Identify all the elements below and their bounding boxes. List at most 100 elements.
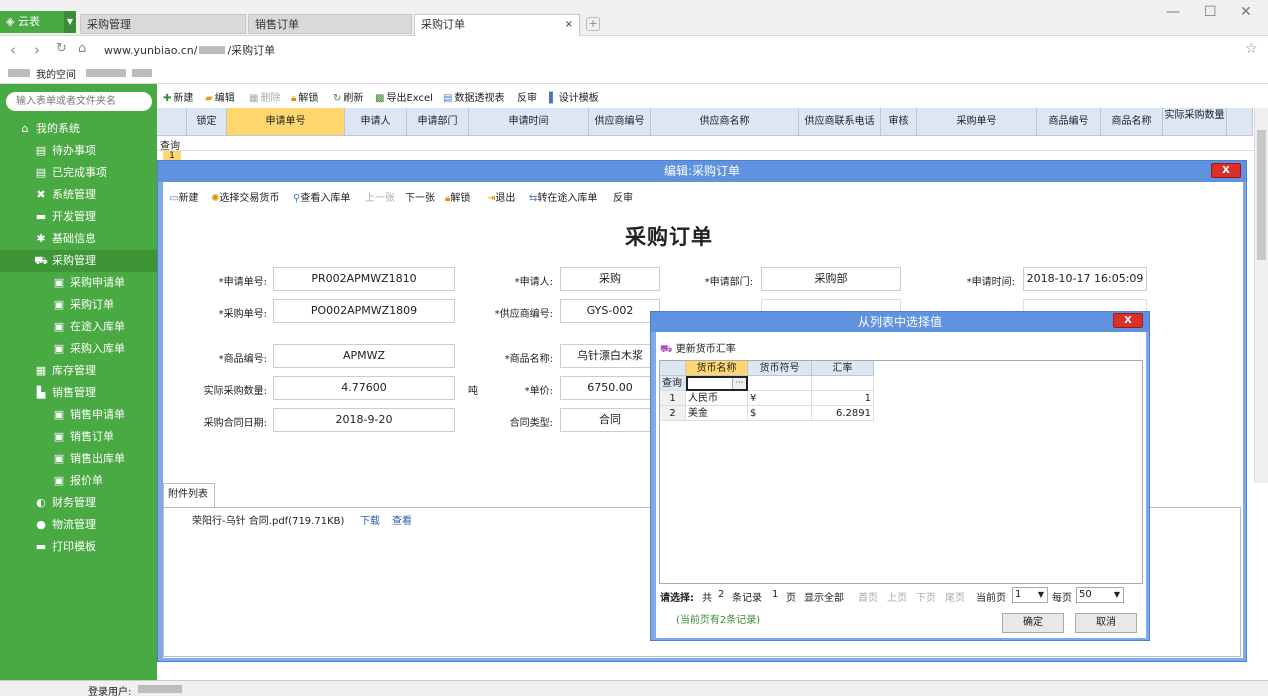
prev-record-button[interactable]: 上一张 bbox=[365, 189, 395, 204]
edit-dialog-close-button[interactable]: X bbox=[1211, 163, 1241, 178]
column-header-currency-symbol[interactable]: 货币符号 bbox=[748, 361, 812, 376]
supplier-no-field[interactable]: GYS-002 bbox=[560, 299, 660, 323]
column-header-actual-qty[interactable]: 实际采购数量 bbox=[1163, 108, 1227, 136]
sidebar-item-dev-mgmt[interactable]: ▬ 开发管理 bbox=[0, 206, 157, 228]
column-header-supplier-phone[interactable]: 供应商联系电话 bbox=[799, 108, 881, 136]
currency-dialog-close-button[interactable]: X bbox=[1113, 313, 1143, 328]
sidebar-item-sales-order[interactable]: ▣ 销售订单 bbox=[0, 426, 157, 448]
column-header-request-time[interactable]: 申请时间 bbox=[469, 108, 589, 136]
star-icon[interactable]: ☆ bbox=[1245, 41, 1258, 57]
column-header-locked[interactable]: 锁定 bbox=[187, 108, 227, 136]
first-page-button[interactable]: 首页 bbox=[858, 589, 878, 604]
update-rates-button[interactable]: ⛟ 更新货币汇率 bbox=[660, 340, 736, 357]
product-no-field[interactable]: APMWZ bbox=[273, 344, 455, 368]
tab-attachments[interactable]: 附件列表 bbox=[163, 483, 215, 507]
last-page-button[interactable]: 尾页 bbox=[945, 589, 965, 604]
refresh-button[interactable]: ↻ 刷新 bbox=[333, 89, 363, 104]
sidebar-item-todo[interactable]: ▤ 待办事项 bbox=[0, 140, 157, 162]
current-page-select[interactable]: 1 ▼ bbox=[1012, 587, 1048, 603]
dlg-new-button[interactable]: ▭新建 bbox=[169, 189, 198, 204]
prev-page-button[interactable]: 上页 bbox=[887, 589, 907, 604]
applicant-field[interactable]: 采购 bbox=[560, 267, 660, 291]
sidebar-item-my-system[interactable]: ⌂ 我的系统 bbox=[0, 118, 157, 140]
exit-button[interactable]: ⇥退出 bbox=[487, 189, 515, 204]
browser-tab-purchase-mgmt[interactable]: 采购管理 bbox=[80, 14, 246, 34]
product-name-field[interactable]: 乌针漂白木浆 bbox=[560, 344, 660, 368]
column-header-exchange-rate[interactable]: 汇率 bbox=[812, 361, 874, 376]
ok-button[interactable]: 确定 bbox=[1002, 613, 1064, 633]
sidebar-item-purchase-order[interactable]: ▣ 采购订单 bbox=[0, 294, 157, 316]
currency-name-filter-input[interactable]: ··· bbox=[686, 376, 748, 391]
ellipsis-icon[interactable]: ··· bbox=[732, 378, 746, 389]
show-all-link[interactable]: 显示全部 bbox=[804, 589, 844, 604]
new-tab-icon[interactable]: + bbox=[586, 17, 600, 31]
browser-tab-purchase-order[interactable]: 采购订单 × bbox=[414, 14, 580, 36]
column-header-supplier-name[interactable]: 供应商名称 bbox=[651, 108, 799, 136]
cancel-button[interactable]: 取消 bbox=[1075, 613, 1137, 633]
close-tab-icon[interactable]: × bbox=[565, 15, 573, 35]
new-button[interactable]: ✚ 新建 bbox=[163, 89, 193, 104]
column-header-request-no[interactable]: 申请单号 bbox=[227, 108, 345, 136]
sidebar-item-system-mgmt[interactable]: ✖ 系统管理 bbox=[0, 184, 157, 206]
minimize-icon[interactable]: — bbox=[1166, 4, 1180, 20]
sidebar-item-quotation[interactable]: ▣ 报价单 bbox=[0, 470, 157, 492]
per-page-select[interactable]: 50 ▼ bbox=[1076, 587, 1124, 603]
home-icon[interactable]: ⌂ bbox=[78, 41, 86, 56]
main-scrollbar[interactable] bbox=[1254, 108, 1268, 483]
sidebar-search-input[interactable]: 输入表单或者文件夹名 bbox=[6, 92, 152, 111]
sidebar-item-purchase-inbound[interactable]: ▣ 采购入库单 bbox=[0, 338, 157, 360]
back-icon[interactable]: ‹ bbox=[10, 41, 16, 59]
sidebar-item-sales-outbound[interactable]: ▣ 销售出库单 bbox=[0, 448, 157, 470]
next-page-button[interactable]: 下页 bbox=[916, 589, 936, 604]
sidebar-item-print-template[interactable]: ▬ 打印模板 bbox=[0, 536, 157, 558]
next-record-button[interactable]: 下一张 bbox=[405, 189, 435, 204]
column-header-po-no[interactable]: 采购单号 bbox=[917, 108, 1037, 136]
review-button[interactable]: 反审 bbox=[517, 89, 537, 104]
reload-icon[interactable]: ↻ bbox=[56, 41, 67, 56]
sidebar-item-sales-request[interactable]: ▣ 销售申请单 bbox=[0, 404, 157, 426]
chevron-down-icon[interactable]: ▼ bbox=[64, 11, 76, 33]
sidebar-item-basic-info[interactable]: ✱ 基础信息 bbox=[0, 228, 157, 250]
pivot-table-button[interactable]: ▤ 数据透视表 bbox=[443, 89, 504, 104]
close-window-icon[interactable]: ✕ bbox=[1240, 4, 1252, 20]
delete-button[interactable]: ▦ 删除 bbox=[249, 89, 280, 104]
request-time-field[interactable]: 2018-10-17 16:05:09 bbox=[1023, 267, 1147, 291]
dlg-review-button[interactable]: 反审 bbox=[613, 189, 633, 204]
table-row[interactable]: 1 人民币 ¥ 1 bbox=[660, 391, 874, 406]
column-header-product-name[interactable]: 商品名称 bbox=[1101, 108, 1163, 136]
sidebar-item-sales-mgmt[interactable]: ▙ 销售管理 bbox=[0, 382, 157, 404]
column-header-audit[interactable]: 审核 bbox=[881, 108, 917, 136]
view-stock-in-button[interactable]: ⚲查看入库单 bbox=[293, 189, 350, 204]
request-no-field[interactable]: PR002APMWZ1810 bbox=[273, 267, 455, 291]
export-excel-button[interactable]: ▩ 导出Excel bbox=[375, 89, 433, 104]
unit-price-field[interactable]: 6750.00 bbox=[560, 376, 660, 400]
column-header-currency-name[interactable]: 货币名称 bbox=[686, 361, 748, 376]
sidebar-item-transit-inbound[interactable]: ▣ 在途入库单 bbox=[0, 316, 157, 338]
query-row[interactable]: 查询 bbox=[157, 136, 1257, 152]
browser-tab-sales-order[interactable]: 销售订单 bbox=[248, 14, 412, 34]
design-template-button[interactable]: ▌ 设计模板 bbox=[549, 89, 599, 104]
edit-button[interactable]: ▰ 编辑 bbox=[205, 89, 235, 104]
sidebar-item-finance[interactable]: ◐ 财务管理 bbox=[0, 492, 157, 514]
currency-symbol-filter-input[interactable] bbox=[748, 376, 812, 391]
app-logo[interactable]: ◈ 云表 ▼ bbox=[0, 11, 76, 33]
contract-type-field[interactable]: 合同 bbox=[560, 408, 660, 432]
sidebar-item-done[interactable]: ▤ 已完成事项 bbox=[0, 162, 157, 184]
maximize-icon[interactable]: ☐ bbox=[1204, 4, 1217, 20]
unlock-button[interactable]: 🔒︎ 解锁 bbox=[291, 89, 318, 104]
sidebar-item-logistics[interactable]: ● 物流管理 bbox=[0, 514, 157, 536]
sidebar-item-purchase-mgmt[interactable]: ⛟ 采购管理 bbox=[0, 250, 157, 272]
actual-qty-field[interactable]: 4.77600 bbox=[273, 376, 455, 400]
view-link[interactable]: 查看 bbox=[392, 512, 412, 527]
bookmark-my-space[interactable]: 我的空间 bbox=[36, 66, 76, 81]
column-header-supplier-no[interactable]: 供应商编号 bbox=[589, 108, 651, 136]
currency-dialog-titlebar[interactable]: 从列表中选择值 bbox=[651, 312, 1149, 332]
to-transit-button[interactable]: ⇆转在途入库单 bbox=[529, 189, 597, 204]
column-header-department[interactable]: 申请部门 bbox=[407, 108, 469, 136]
dlg-unlock-button[interactable]: 🔒︎解锁 bbox=[445, 189, 470, 204]
forward-icon[interactable]: › bbox=[34, 41, 40, 59]
po-no-field[interactable]: PO002APMWZ1809 bbox=[273, 299, 455, 323]
choose-currency-button[interactable]: ✺选择交易货币 bbox=[211, 189, 279, 204]
sidebar-item-inventory[interactable]: ▦ 库存管理 bbox=[0, 360, 157, 382]
scrollbar-thumb[interactable] bbox=[1257, 130, 1266, 260]
